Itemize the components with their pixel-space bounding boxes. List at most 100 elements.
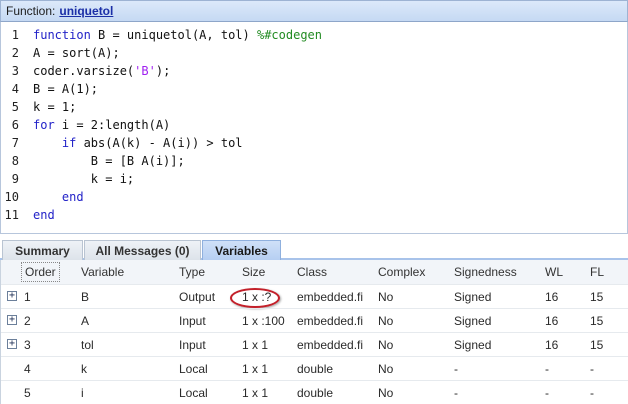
keyword-token: function [33,28,91,42]
cell-size: 1 x :? [242,290,272,304]
expand-plus-icon[interactable]: + [7,315,17,325]
column-header-complex[interactable]: Complex [378,260,425,284]
cell-variable: tol [81,338,94,352]
variables-table: Order Variable Type Size Class Complex S… [0,260,628,404]
table-row[interactable]: +3 tol Input 1 x 1 embedded.fi No Signed 16 15 [1,332,628,356]
cell-signedness: Signed [454,338,492,352]
cell-complex: No [378,386,394,400]
cell-wl: - [545,362,549,376]
cell-order: 2 [24,314,31,328]
code-editor[interactable]: 1 function B = uniquetol(A, tol) %#codege… [0,22,628,234]
code-token: A = sort(A); [33,46,120,60]
keyword-token: for [33,118,55,132]
line-number: 9 [11,172,19,186]
code-line[interactable]: 6 for i = 2:length(A) [1,116,627,134]
code-text: function B = uniquetol(A, tol) %#codegen [33,26,322,44]
line-number: 4 [11,82,19,96]
cell-fl: 15 [590,290,604,304]
code-text: k = i; [33,170,134,188]
function-name-link[interactable]: uniquetol [59,4,113,18]
cell-signedness: - [454,386,458,400]
cell-variable: i [81,386,84,400]
function-label: Function: [6,4,56,18]
cell-variable: k [81,362,87,376]
code-token: k = i; [33,172,135,186]
code-line[interactable]: 1 function B = uniquetol(A, tol) %#codege… [1,26,627,44]
tab-all-messages[interactable]: All Messages (0) [84,240,201,260]
cell-type: Local [179,386,208,400]
code-text: for i = 2:length(A) [33,116,170,134]
cell-signedness: Signed [454,290,492,304]
cell-complex: No [378,290,394,304]
cell-fl: 15 [590,338,604,352]
code-line[interactable]: 5 k = 1; [1,98,627,116]
cell-order: 4 [24,362,31,376]
cell-order: 3 [24,338,31,352]
cell-wl: - [545,386,549,400]
column-header-wl[interactable]: WL [545,260,563,284]
code-line[interactable]: 7 if abs(A(k) - A(i)) > tol [1,134,627,152]
column-header-type[interactable]: Type [179,260,205,284]
code-line[interactable]: 3 coder.varsize('B'); [1,62,627,80]
code-line[interactable]: 11 end [1,206,627,224]
cell-fl: - [590,362,594,376]
code-text: if abs(A(k) - A(i)) > tol [33,134,243,152]
cell-complex: No [378,338,394,352]
code-line[interactable]: 10 end [1,188,627,206]
table-row[interactable]: +1 B Output 1 x :? embedded.fi No Signed 16 15 [1,284,628,308]
expand-plus-icon[interactable]: + [7,291,17,301]
string-token: 'B' [134,64,156,78]
cell-order: 5 [24,386,31,400]
cell-order: 1 [24,290,31,304]
line-number: 5 [11,100,19,114]
code-text: end [33,206,55,224]
code-token: i = 2:length(A) [54,118,171,132]
tab-strip: Summary All Messages (0) Variables [0,238,628,260]
table-row[interactable]: 4 k Local 1 x 1 double No - - - [1,356,628,380]
keyword-token: end [33,208,55,222]
column-header-class[interactable]: Class [297,260,327,284]
expand-plus-icon[interactable]: + [7,339,17,349]
table-row[interactable]: 5 i Local 1 x 1 double No - - - [1,380,628,404]
cell-class: embedded.fi [297,314,364,328]
code-line[interactable]: 9 k = i; [1,170,627,188]
code-token: ); [155,64,171,78]
code-text: A = sort(A); [33,44,120,62]
table-row[interactable]: +2 A Input 1 x :100 embedded.fi No Signed 16 15 [1,308,628,332]
tab-variables[interactable]: Variables [202,240,281,260]
function-header: Function: uniquetol [0,0,628,22]
cell-size: 1 x 1 [242,386,269,400]
code-text: B = [B A(i)]; [33,152,185,170]
column-header-order[interactable]: Order [21,262,60,282]
code-text: end [33,188,84,206]
code-token: abs(A(k) - A(i)) > tol [76,136,243,150]
cell-wl: 16 [545,290,559,304]
line-number: 8 [11,154,19,168]
code-line[interactable]: 8 B = [B A(i)]; [1,152,627,170]
cell-type: Local [179,362,208,376]
code-line[interactable]: 2 A = sort(A); [1,44,627,62]
line-number: 7 [11,136,19,150]
line-number: 2 [11,46,19,60]
line-number: 1 [11,28,19,42]
column-header-fl[interactable]: FL [590,260,604,284]
code-token: coder.varsize( [33,64,135,78]
column-header-variable[interactable]: Variable [81,260,124,284]
column-header-signedness[interactable]: Signedness [454,260,517,284]
cell-class: embedded.fi [297,290,364,304]
column-header-size[interactable]: Size [242,260,265,284]
line-number: 6 [11,118,19,132]
code-text: coder.varsize('B'); [33,62,170,80]
keyword-token: end [61,190,84,204]
code-line[interactable]: 4 B = A(1); [1,80,627,98]
keyword-token: if [61,136,77,150]
code-token: B = [B A(i)]; [33,154,185,168]
cell-size: 1 x 1 [242,338,269,352]
line-number: 3 [11,64,19,78]
cell-wl: 16 [545,314,559,328]
cell-fl: - [590,386,594,400]
cell-class: embedded.fi [297,338,364,352]
tab-summary[interactable]: Summary [2,240,83,260]
